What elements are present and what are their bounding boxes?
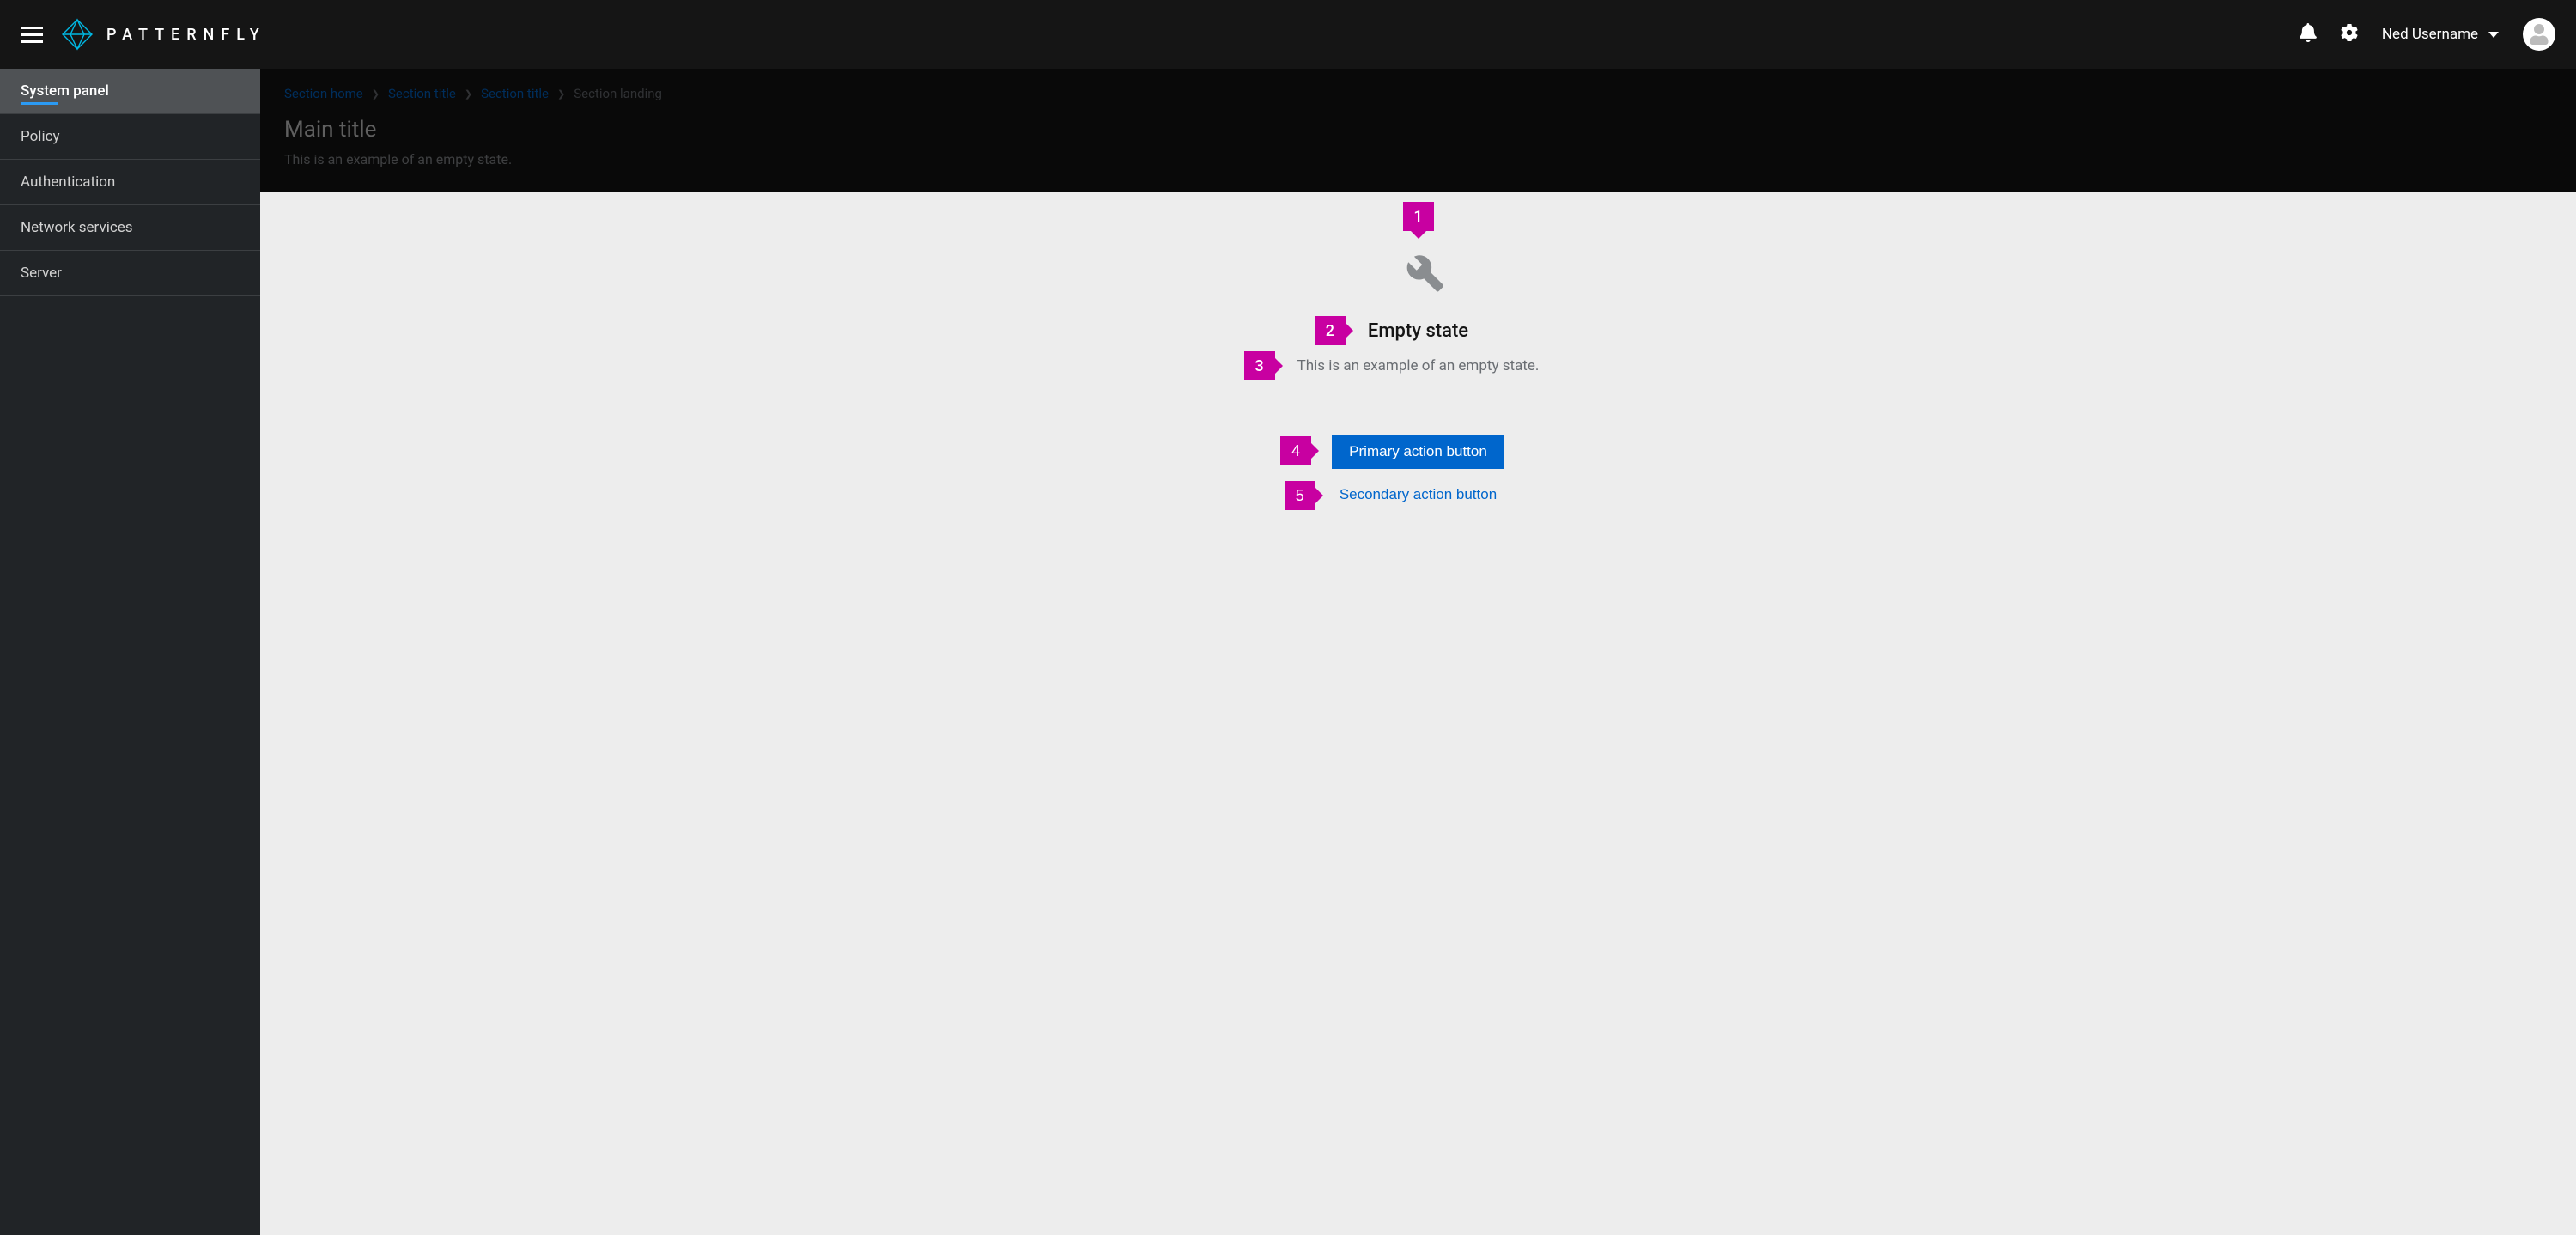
brand-logo-icon	[60, 17, 94, 52]
empty-state-body-wrap: 3 This is an example of an empty state.	[1297, 357, 1540, 374]
notifications-button[interactable]	[2300, 23, 2317, 46]
content-area: 1 2 Empty state 3 This is an example of …	[260, 192, 2576, 1235]
empty-state-title: Empty state	[1368, 320, 1468, 342]
user-icon	[2529, 24, 2549, 45]
brand-name: PATTERNFLY	[106, 26, 266, 44]
sidebar-item-authentication[interactable]: Authentication	[0, 160, 260, 205]
sidebar-item-label: Server	[21, 265, 62, 282]
masthead: PATTERNFLY Ned Username	[0, 0, 2576, 69]
wrench-icon	[1394, 243, 1443, 293]
sidebar-item-label: Policy	[21, 128, 60, 145]
empty-state-title-wrap: 2 Empty state	[1368, 320, 1468, 342]
sidebar: System panel Policy Authentication Netwo…	[0, 69, 260, 1235]
chevron-right-icon: ❯	[465, 88, 472, 100]
sidebar-item-label: System panel	[21, 82, 109, 100]
masthead-left: PATTERNFLY	[21, 17, 266, 52]
primary-action-label: Primary action button	[1349, 443, 1487, 459]
breadcrumb-link[interactable]: Section home	[284, 86, 363, 101]
main: Section home ❯ Section title ❯ Section t…	[260, 69, 2576, 1235]
callout-4: 4	[1280, 436, 1311, 465]
bell-icon	[2300, 23, 2317, 42]
empty-state-icon-wrap: 1	[1394, 243, 1443, 296]
sidebar-item-server[interactable]: Server	[0, 251, 260, 296]
sidebar-item-label: Network services	[21, 219, 133, 236]
brand[interactable]: PATTERNFLY	[60, 17, 266, 52]
callout-2: 2	[1315, 316, 1346, 345]
breadcrumb-link[interactable]: Section title	[481, 86, 549, 101]
page-description: This is an example of an empty state.	[284, 151, 2552, 167]
empty-state-body: This is an example of an empty state.	[1297, 357, 1540, 374]
settings-button[interactable]	[2341, 24, 2358, 45]
breadcrumb: Section home ❯ Section title ❯ Section t…	[284, 86, 2552, 101]
sidebar-item-policy[interactable]: Policy	[0, 114, 260, 160]
masthead-right: Ned Username	[2300, 18, 2555, 51]
callout-5: 5	[1285, 481, 1315, 510]
callout-1: 1	[1403, 202, 1434, 231]
avatar[interactable]	[2523, 18, 2555, 51]
sidebar-item-system-panel[interactable]: System panel	[0, 69, 260, 114]
user-menu[interactable]: Ned Username	[2382, 26, 2499, 43]
primary-action-button[interactable]: 4 Primary action button	[1332, 435, 1504, 469]
username-label: Ned Username	[2382, 26, 2478, 43]
menu-toggle[interactable]	[21, 27, 43, 43]
caret-down-icon	[2488, 32, 2499, 38]
secondary-action-button[interactable]: 5 Secondary action button	[1329, 481, 1507, 508]
page-title: Main title	[284, 117, 2552, 143]
sidebar-item-network-services[interactable]: Network services	[0, 205, 260, 251]
empty-state: 1 2 Empty state 3 This is an example of …	[1092, 200, 1745, 1235]
sidebar-item-label: Authentication	[21, 173, 115, 191]
secondary-action-label: Secondary action button	[1340, 486, 1497, 502]
breadcrumb-link[interactable]: Section title	[388, 86, 456, 101]
chevron-right-icon: ❯	[557, 88, 565, 100]
gear-icon	[2341, 24, 2358, 41]
chevron-right-icon: ❯	[372, 88, 380, 100]
page-header: Section home ❯ Section title ❯ Section t…	[260, 69, 2576, 192]
callout-3: 3	[1244, 351, 1275, 380]
breadcrumb-current: Section landing	[574, 86, 662, 101]
